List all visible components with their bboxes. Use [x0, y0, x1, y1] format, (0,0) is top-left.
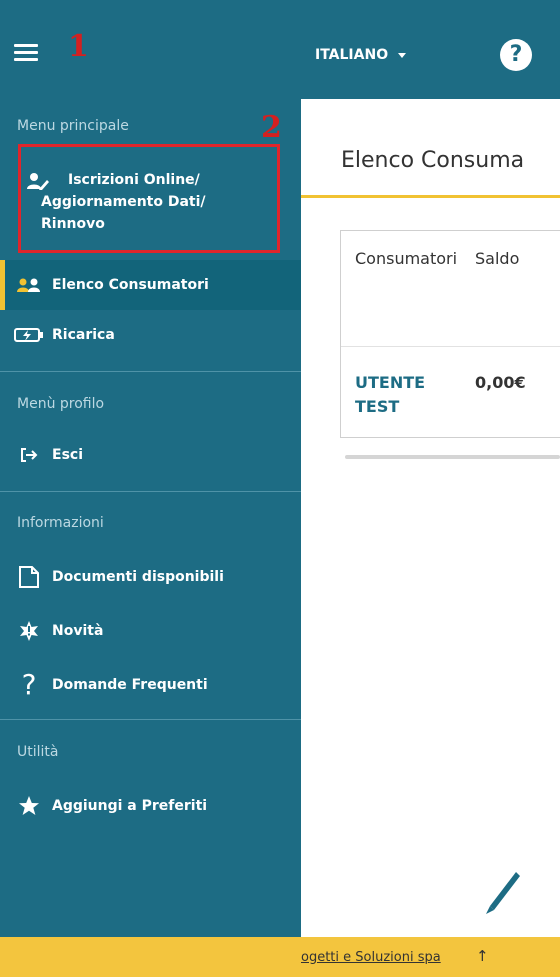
language-label: ITALIANO	[315, 47, 389, 63]
app-frame: 1 ITALIANO ? Menu principale 2 Iscrizion…	[0, 0, 560, 977]
logout-icon	[14, 448, 44, 462]
sidebar-item-label: Ricarica	[52, 327, 115, 343]
sidebar-item-novita[interactable]: Novità	[0, 608, 301, 654]
table-header-saldo: Saldo	[475, 249, 520, 268]
section-title-main: Menu principale	[17, 118, 129, 134]
section-title-profile: Menù profilo	[17, 396, 105, 412]
sidebar-item-preferiti[interactable]: Aggiungi a Preferiti	[0, 783, 301, 829]
top-bar: 1 ITALIANO ?	[0, 0, 560, 99]
sidebar-item-elenco-consumatori[interactable]: Elenco Consumatori	[0, 260, 301, 310]
row-divider	[341, 346, 560, 347]
table-cell-balance: 0,00€	[475, 373, 526, 392]
divider	[0, 491, 301, 492]
annotation-number-1: 1	[68, 29, 89, 64]
iscrizioni-label-line3: Rinnovo	[41, 216, 105, 232]
sidebar-item-documenti[interactable]: Documenti disponibili	[0, 554, 301, 600]
language-selector[interactable]: ITALIANO	[315, 47, 407, 63]
consumers-table: Consumatori Saldo UTENTE TEST 0,00€	[340, 230, 560, 438]
document-icon	[14, 565, 44, 589]
battery-charge-icon	[14, 327, 44, 343]
consumer-name-line1: UTENTE	[355, 373, 426, 392]
sidebar-item-label: Esci	[52, 447, 83, 463]
section-title-utility: Utilità	[17, 744, 59, 760]
sidebar-item-faq[interactable]: ? Domande Frequenti	[0, 662, 301, 708]
iscrizioni-label-line1: Iscrizioni Online/	[68, 172, 200, 188]
active-indicator	[0, 260, 5, 310]
question-icon: ?	[21, 668, 37, 701]
pencil-icon[interactable]	[480, 870, 522, 922]
badge-star-icon	[14, 620, 44, 642]
page-title: Elenco Consuma	[341, 148, 525, 173]
divider	[0, 719, 301, 720]
section-title-info: Informazioni	[17, 515, 104, 531]
help-icon[interactable]: ?	[500, 39, 532, 71]
sidebar-item-label: Elenco Consumatori	[52, 277, 209, 293]
horizontal-scrollbar[interactable]	[345, 455, 560, 459]
chevron-down-icon	[398, 52, 407, 58]
consumer-name-line2: TEST	[355, 397, 400, 416]
divider	[0, 371, 301, 372]
sidebar-item-label: Domande Frequenti	[52, 677, 208, 693]
table-header-consumatori: Consumatori	[355, 249, 458, 268]
sidebar-item-label: Documenti disponibili	[52, 569, 224, 585]
iscrizioni-label-line2: Aggiornamento Dati/	[41, 194, 206, 210]
star-icon	[14, 795, 44, 817]
sidebar-item-label: Aggiungi a Preferiti	[52, 798, 208, 814]
footer-company-link[interactable]: ogetti e Soluzioni spa	[301, 950, 441, 965]
sidebar-item-ricarica[interactable]: Ricarica	[0, 312, 301, 358]
sidebar-item-label: Novità	[52, 623, 104, 639]
annotation-number-2: 2	[261, 110, 282, 145]
scroll-top-arrow-icon[interactable]: ↑	[476, 947, 489, 965]
users-icon	[14, 277, 44, 293]
menu-toggle-icon[interactable]	[14, 44, 38, 62]
sidebar-item-esci[interactable]: Esci	[0, 432, 301, 478]
title-underline	[301, 195, 560, 198]
table-row-consumer[interactable]: UTENTE TEST	[355, 371, 425, 419]
